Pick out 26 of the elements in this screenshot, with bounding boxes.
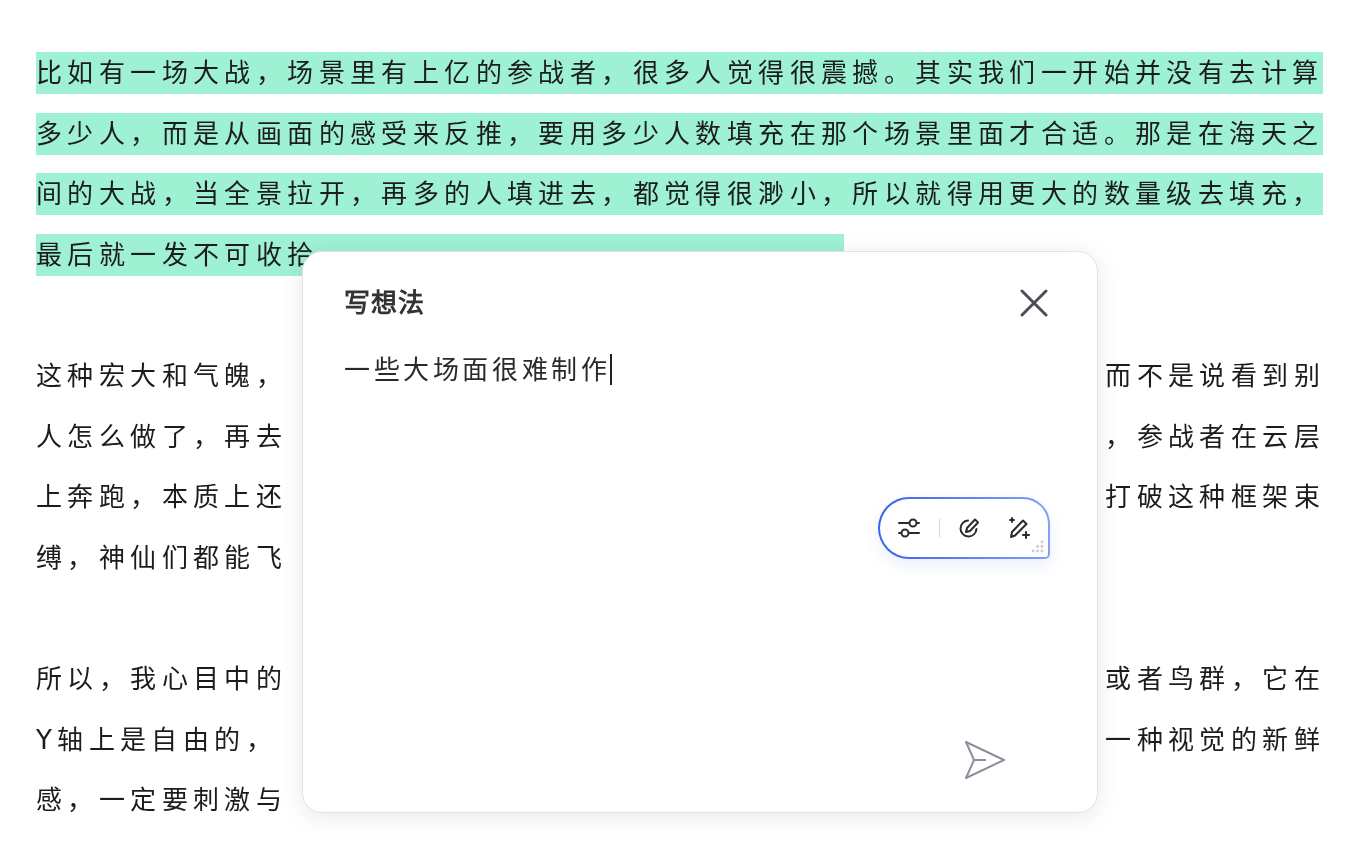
thought-input[interactable]: 一些大场面很难制作 [344,352,1050,740]
body-text: 这种宏大和气魄， [36,359,288,393]
body-text: 一种视觉的新鲜 [1105,723,1325,757]
body-text: 上奔跑，本质上还 [36,481,288,515]
send-icon [964,740,1006,780]
body-text: 感，一定要刺激与 [36,784,288,818]
highlighted-text: 多少人，而是从画面的感受来反推，要用多少人数填充在那个场景里面才合适。那是在海天之 [36,112,1324,155]
magic-edit-button[interactable] [1006,515,1032,541]
body-text: ，参战者在云层 [1105,420,1325,454]
body-text: 缚，神仙们都能飞 [36,541,288,575]
resize-grip-icon[interactable] [1031,540,1044,553]
body-text: 人怎么做了，再去 [36,420,288,454]
highlighted-text: 比如有一场大战，场景里有上亿的参战者，很多人觉得很震撼。其实我们一开始并没有去计算 [36,52,1324,94]
circle-pen-icon [957,516,981,540]
highlighted-text: 间的大战，当全景拉开，再多的人填进去，都觉得很渺小，所以就得用更大的数量级去填充， [36,173,1324,216]
body-text: 而不是说看到别 [1105,359,1325,393]
body-text: Y轴上是自由的， [36,723,278,757]
sliders-icon [897,516,921,540]
body-text: 打破这种框架束 [1105,481,1325,515]
body-text: 或者鸟群，它在 [1105,662,1325,696]
close-icon [1020,289,1048,317]
close-button[interactable] [1018,287,1050,319]
body-text: 所以，我心目中的 [36,662,288,696]
dialog-title: 写想法 [344,287,425,320]
sparkle-pen-icon [1007,516,1031,540]
send-button[interactable] [964,740,1006,780]
